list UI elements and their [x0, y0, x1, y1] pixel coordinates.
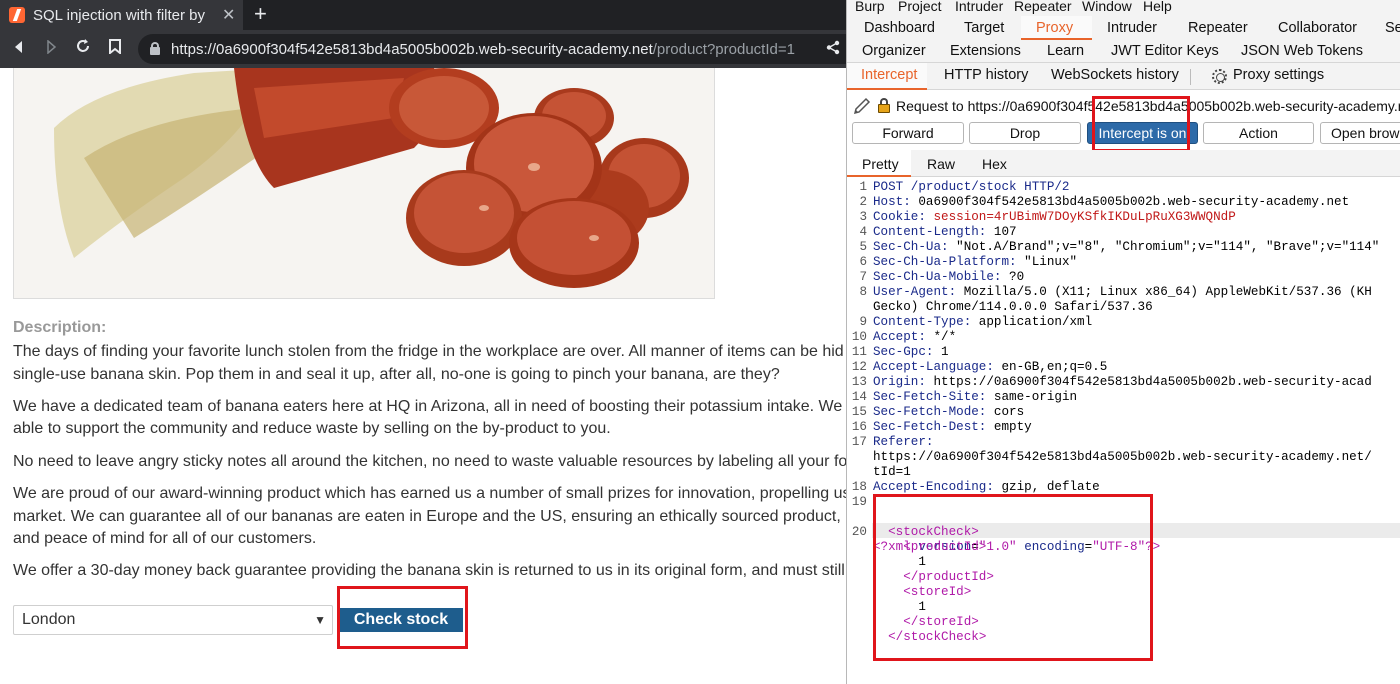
editor-line: 1 POST /product/stock HTTP/2 — [859, 180, 1070, 194]
editor-line: 18 Accept-Encoding: gzip, deflate — [851, 480, 1100, 494]
tab-repeater[interactable]: Repeater — [1188, 20, 1248, 36]
close-tab-icon[interactable]: ✕ — [222, 5, 235, 25]
message-view-tabs: Pretty Raw Hex — [847, 150, 1400, 177]
highlight-box — [337, 586, 468, 649]
tab-websockets-history[interactable]: WebSockets history — [1051, 67, 1179, 83]
editor-line: Gecko) Chrome/114.0.0.0 Safari/537.36 — [873, 300, 1153, 314]
editor-line: 11 Sec-Gpc: 1 — [851, 345, 949, 359]
url-host: https://0a6900f304f542e5813bd4a5005b002b… — [171, 41, 653, 58]
description-line: We have a dedicated team of banana eater… — [13, 398, 843, 415]
tab-proxy[interactable]: Proxy — [1036, 20, 1073, 36]
address-bar[interactable]: https://0a6900f304f542e5813bd4a5005b002b… — [138, 34, 846, 64]
editor-line: 17 Referer: — [851, 435, 934, 449]
page-content: Description: The days of finding your fa… — [0, 68, 846, 684]
description-label: Description: — [13, 319, 107, 336]
reload-icon[interactable] — [72, 38, 94, 60]
tool-tabs: Dashboard Target Proxy Intruder Repeater… — [847, 16, 1400, 63]
store-select[interactable]: London ▼ — [13, 605, 333, 635]
editor-line: 13 Origin: https://0a6900f304f542e5813bd4… — [851, 375, 1372, 389]
menu-project[interactable]: Project — [898, 0, 942, 14]
editor-line: https://0a6900f304f542e5813bd4a5005b002b… — [873, 450, 1372, 464]
highlight-box — [1092, 96, 1190, 152]
url-path: /product?productId=1 — [652, 41, 795, 58]
editor-line: 6 Sec-Ch-Ua-Platform: "Linux" — [859, 255, 1078, 269]
browser-tab-bar: SQL injection with filter by ✕ + — [0, 0, 846, 30]
tab-hex[interactable]: Hex — [982, 156, 1007, 172]
tab-json-web-tokens[interactable]: JSON Web Tokens — [1241, 43, 1363, 59]
menu-repeater[interactable]: Repeater — [1014, 0, 1072, 14]
tab-pretty[interactable]: Pretty — [862, 156, 899, 172]
tab-organizer[interactable]: Organizer — [862, 43, 926, 59]
description-line: market. We can guarantee all of our bana… — [13, 508, 841, 525]
browser-window: SQL injection with filter by ✕ + https:/… — [0, 0, 846, 684]
tab-sequencer[interactable]: Se — [1385, 20, 1400, 36]
share-icon[interactable] — [826, 40, 840, 59]
menu-burp[interactable]: Burp — [855, 0, 885, 14]
description-line: single-use banana skin. Pop them in and … — [13, 366, 780, 383]
editor-line: 5 Sec-Ch-Ua: "Not.A/Brand";v="8", "Chromi… — [859, 240, 1380, 254]
lock-icon — [150, 42, 160, 55]
editor-line: 9 Content-Type: application/xml — [859, 315, 1093, 329]
editor-line: 10 Accept: */* — [851, 330, 957, 344]
divider — [1190, 69, 1191, 85]
gear-icon[interactable] — [1212, 69, 1227, 84]
product-image — [13, 68, 715, 299]
tab-target[interactable]: Target — [964, 20, 1004, 36]
editor-line: 8 User-Agent: Mozilla/5.0 (X11; Linux x86… — [859, 285, 1372, 299]
editor-line: 12 Accept-Language: en-GB,en;q=0.5 — [851, 360, 1108, 374]
tab-intercept[interactable]: Intercept — [861, 67, 917, 83]
tab-jwt-editor-keys[interactable]: JWT Editor Keys — [1111, 43, 1219, 59]
description-line: We are proud of our award-winning produc… — [13, 485, 846, 502]
forward-button[interactable]: Forward — [852, 122, 964, 144]
editor-line: 3 Cookie: session=4rUBimW7DOyKSfkIKDuLpRu… — [859, 210, 1236, 224]
action-button[interactable]: Action — [1203, 122, 1314, 144]
url-text: https://0a6900f304f542e5813bd4a5005b002b… — [171, 41, 795, 58]
burp-suite-window: Burp Project Intruder Repeater Window He… — [846, 0, 1400, 684]
description-line: No need to leave angry sticky notes all … — [13, 453, 846, 470]
tab-learn[interactable]: Learn — [1047, 43, 1084, 59]
description-line: and peace of mind for all of our custome… — [13, 530, 317, 547]
description-line: able to support the community and reduce… — [13, 420, 611, 437]
drop-button[interactable]: Drop — [969, 122, 1081, 144]
new-tab-button[interactable]: + — [254, 2, 267, 26]
menu-intruder[interactable]: Intruder — [955, 0, 1003, 14]
browser-toolbar: https://0a6900f304f542e5813bd4a5005b002b… — [0, 30, 846, 68]
padlock-icon — [878, 98, 890, 113]
editor-line: 16 Sec-Fetch-Dest: empty — [851, 420, 1032, 434]
pencil-icon — [853, 97, 871, 115]
open-browser-button[interactable]: Open browser — [1320, 122, 1400, 144]
tab-intruder[interactable]: Intruder — [1107, 20, 1157, 36]
tab-extensions[interactable]: Extensions — [950, 43, 1021, 59]
tab-http-history[interactable]: HTTP history — [944, 67, 1028, 83]
tab-raw[interactable]: Raw — [927, 156, 955, 172]
portswigger-favicon-icon — [9, 7, 25, 23]
editor-line: tId=1 — [873, 465, 911, 479]
tab-dashboard[interactable]: Dashboard — [864, 20, 935, 36]
menu-bar: Burp Project Intruder Repeater Window He… — [847, 0, 1400, 16]
tab-collaborator[interactable]: Collaborator — [1278, 20, 1357, 36]
menu-help[interactable]: Help — [1143, 0, 1172, 14]
browser-tab[interactable]: SQL injection with filter by ✕ — [0, 0, 243, 30]
editor-line: 14 Sec-Fetch-Site: same-origin — [851, 390, 1078, 404]
editor-line: 7 Sec-Ch-Ua-Mobile: ?0 — [859, 270, 1025, 284]
highlight-box — [873, 494, 1153, 661]
tab-title: SQL injection with filter by — [33, 6, 206, 24]
proxy-settings-link[interactable]: Proxy settings — [1233, 67, 1324, 83]
menu-window[interactable]: Window — [1082, 0, 1132, 14]
description-line: We offer a 30-day money back guarantee p… — [13, 562, 845, 579]
store-selected-value: London — [22, 611, 76, 628]
bookmark-icon[interactable] — [104, 38, 126, 60]
chevron-down-icon: ▼ — [314, 613, 326, 627]
proxy-sub-tabs: Intercept HTTP history WebSockets histor… — [847, 63, 1400, 90]
description-line: The days of finding your favorite lunch … — [13, 343, 844, 360]
editor-line: 4 Content-Length: 107 — [859, 225, 1017, 239]
back-icon[interactable] — [8, 38, 30, 60]
editor-line: 15 Sec-Fetch-Mode: cors — [851, 405, 1025, 419]
editor-line: 2 Host: 0a6900f304f542e5813bd4a5005b002b.… — [859, 195, 1350, 209]
forward-icon[interactable] — [40, 38, 62, 60]
